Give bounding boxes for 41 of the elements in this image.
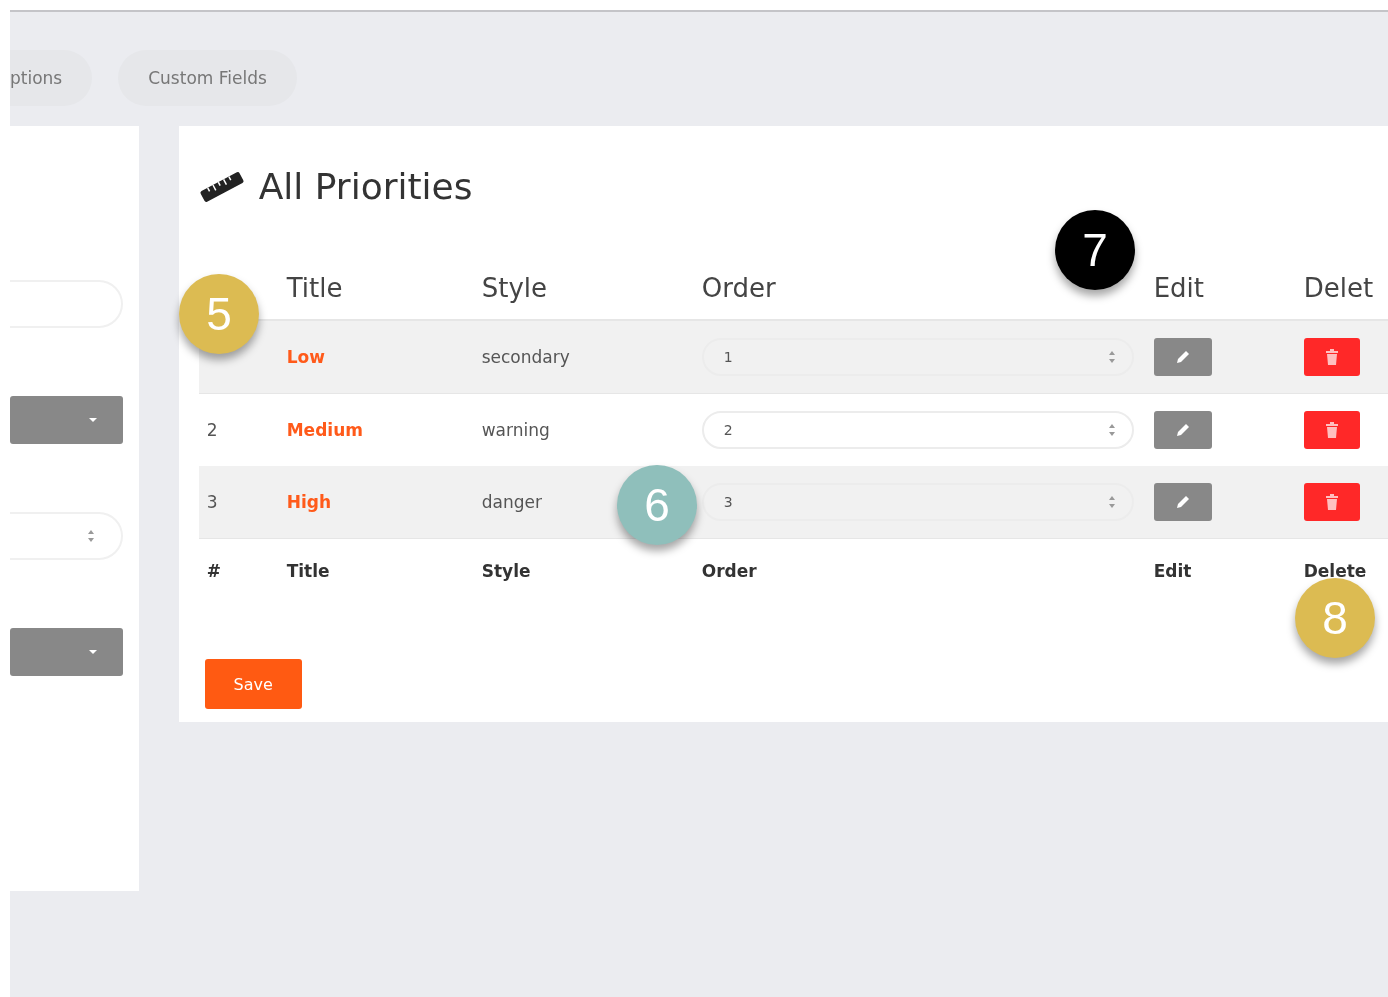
edit-button[interactable] bbox=[1153, 483, 1212, 521]
table-cell-text: 3 bbox=[205, 492, 218, 512]
table-cell: secondary bbox=[481, 347, 570, 367]
caret-icon bbox=[89, 418, 97, 422]
number-field[interactable] bbox=[10, 512, 123, 560]
spinner-icon[interactable] bbox=[1107, 495, 1116, 509]
column-header: Edit bbox=[1153, 273, 1206, 303]
delete-button[interactable] bbox=[1303, 483, 1360, 521]
table-cell-text: Low bbox=[286, 347, 326, 367]
spinner-icon[interactable] bbox=[1107, 350, 1116, 364]
table-cell-text: Medium bbox=[286, 420, 364, 440]
column-footer: Delete bbox=[1303, 561, 1388, 581]
trash-icon bbox=[1325, 349, 1338, 365]
spinner-icon[interactable] bbox=[1107, 423, 1116, 437]
column-header: Style bbox=[481, 273, 548, 303]
column-footer: # bbox=[198, 561, 287, 581]
order-field[interactable]: 1 bbox=[701, 338, 1134, 376]
delete-button[interactable] bbox=[1303, 411, 1360, 449]
table-cell-text: High bbox=[286, 492, 332, 512]
edit-button[interactable] bbox=[1153, 411, 1212, 449]
table-cell: danger bbox=[481, 492, 542, 512]
order-field[interactable]: 2 bbox=[701, 411, 1134, 449]
column-footer: Edit bbox=[1153, 561, 1304, 581]
column-footer: Title bbox=[286, 561, 482, 581]
card-title: All Priorities bbox=[258, 166, 473, 207]
caret-icon bbox=[89, 650, 97, 654]
column-footer: Order bbox=[701, 561, 1154, 581]
delete-button[interactable] bbox=[1303, 338, 1360, 376]
trash-icon bbox=[1325, 494, 1338, 510]
table-cell: warning bbox=[481, 420, 550, 440]
tab[interactable]: ptions bbox=[10, 50, 93, 106]
trash-icon bbox=[1325, 422, 1338, 438]
column-header: Title bbox=[286, 273, 344, 303]
column-footer: Style bbox=[481, 561, 702, 581]
column-header: Delet bbox=[1303, 273, 1375, 303]
spinner-icon[interactable] bbox=[87, 529, 95, 543]
edit-button[interactable] bbox=[1153, 338, 1212, 376]
column-header: Order bbox=[701, 273, 777, 303]
order-field[interactable]: 3 bbox=[701, 483, 1134, 521]
tab[interactable]: Custom Fields bbox=[118, 50, 297, 106]
table-cell-text: 2 bbox=[205, 420, 218, 440]
